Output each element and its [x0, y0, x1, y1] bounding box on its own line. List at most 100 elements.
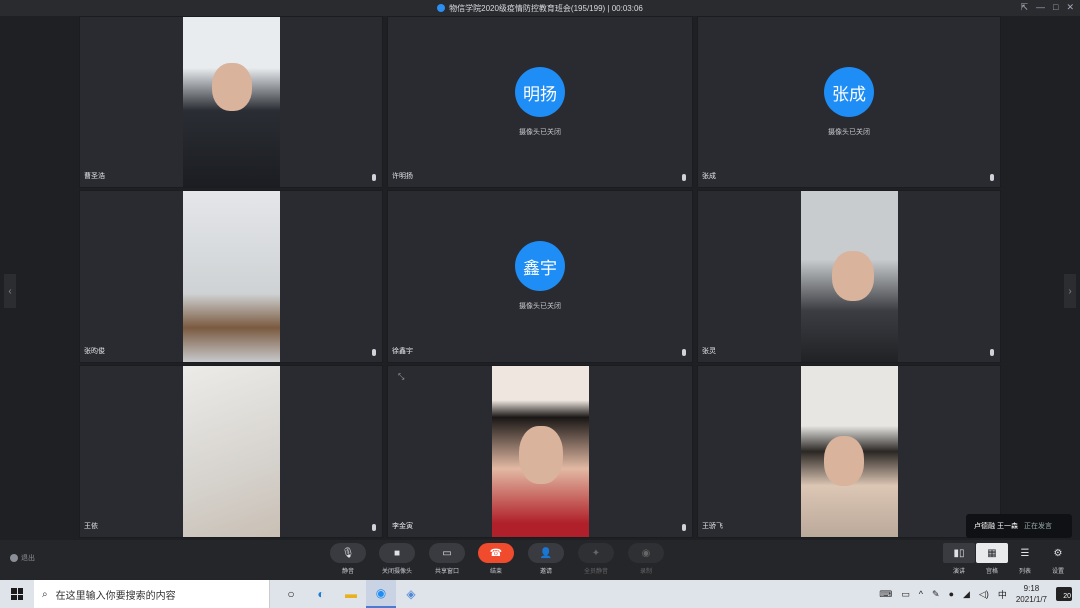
- meeting-controls: 退出 🎙 静音 ■ 关闭摄像头 ▭ 共享窗口 ☎ 结束 👤 邀请 ✦ 全员静音 …: [0, 540, 1080, 580]
- mic-icon: [990, 349, 994, 356]
- participant-avatar: 明扬: [515, 67, 565, 117]
- meeting-app-icon[interactable]: ◉: [366, 580, 396, 608]
- battery-icon[interactable]: ▭: [901, 589, 910, 600]
- window-controls: ⇱ — □ ✕: [1020, 2, 1074, 13]
- list-layout-icon: ☰: [1020, 547, 1030, 559]
- search-icon: ⌕: [42, 588, 48, 600]
- record-label: 录制: [639, 569, 652, 575]
- participant-video: [801, 191, 898, 362]
- camera-label: 关闭摄像头: [381, 569, 412, 575]
- participant-name: 徐鑫宇: [392, 348, 413, 355]
- close-icon[interactable]: ✕: [1066, 2, 1074, 13]
- layout-list-label: 列表: [1018, 569, 1031, 575]
- notification-center-button[interactable]: 20: [1056, 587, 1072, 601]
- speaker-layout-icon: ▮▯: [943, 543, 975, 563]
- camera-toggle-button[interactable]: ■ 关闭摄像头: [379, 543, 415, 575]
- video-tile[interactable]: 张成 摄像头已关闭 张成: [697, 16, 1001, 188]
- speaker-names: 卢德融 王一森: [974, 523, 1018, 530]
- participant-video: [183, 366, 280, 537]
- taskbar-search-box[interactable]: ⌕ 在这里输入你要搜索的内容: [34, 580, 270, 608]
- participant-avatar: 张成: [824, 67, 874, 117]
- participant-name: 王依: [84, 523, 98, 530]
- prev-page-button[interactable]: ‹: [4, 274, 16, 308]
- record-button[interactable]: ◉ 录制: [628, 543, 664, 575]
- add-user-icon: 👤: [528, 543, 564, 563]
- edge-browser-icon[interactable]: ◐: [306, 580, 336, 608]
- windows-taskbar: ⌕ 在这里输入你要搜索的内容 ○ ◐ ▬ ◉ ◈ ⌨ ▭ ^ ✎ ● ◢ ◁) …: [0, 580, 1080, 608]
- tray-chevron-icon[interactable]: ^: [919, 589, 923, 599]
- screen-share-icon: ▭: [429, 543, 465, 563]
- record-icon: ◉: [628, 543, 664, 563]
- microphone-icon: 🎙: [330, 543, 366, 563]
- clock[interactable]: 9:18 2021/1/7: [1016, 583, 1047, 605]
- participant-face: [823, 436, 864, 486]
- hangup-button[interactable]: ☎ 结束: [478, 543, 514, 575]
- video-grid: ‹ › 曹圣浩 明扬 摄像头已关闭 许明扬 张成 摄像头已关闭 张成 张昀俊 鑫…: [0, 16, 1080, 540]
- search-placeholder: 在这里输入你要搜索的内容: [55, 590, 176, 602]
- video-tile[interactable]: 王依: [79, 365, 383, 538]
- participant-video: [801, 366, 898, 537]
- mute-all-label: 全员静音: [583, 569, 608, 575]
- video-tile[interactable]: 张灵: [697, 190, 1001, 363]
- camera-icon: ■: [379, 543, 415, 563]
- layout-speaker-label: 演讲: [952, 569, 965, 575]
- participant-face: [211, 63, 252, 111]
- mute-all-icon: ✦: [578, 543, 614, 563]
- pin-icon[interactable]: ⇱: [1020, 2, 1028, 13]
- ime-indicator[interactable]: 中: [998, 588, 1007, 601]
- layout-list-button[interactable]: ☰ 列表: [1009, 543, 1041, 576]
- network-icon[interactable]: ◢: [963, 589, 970, 600]
- next-page-button[interactable]: ›: [1064, 274, 1076, 308]
- keyboard-icon[interactable]: ⌨: [879, 589, 892, 600]
- layout-speaker-button[interactable]: ▮▯ 演讲: [943, 543, 975, 575]
- mic-icon: [372, 174, 376, 181]
- settings-label: 设置: [1051, 569, 1064, 575]
- camera-off-status: 摄像头已关闭: [519, 303, 561, 310]
- participant-name: 张成: [702, 173, 716, 180]
- video-tile[interactable]: 张昀俊: [79, 190, 383, 363]
- video-tile[interactable]: 王骄飞: [697, 365, 1001, 538]
- invite-button[interactable]: 👤 邀请: [528, 543, 564, 575]
- maximize-icon[interactable]: □: [1053, 2, 1058, 13]
- hangup-label: 结束: [489, 569, 502, 575]
- participant-video: [492, 366, 589, 537]
- invite-label: 邀请: [539, 569, 552, 575]
- participant-name: 张昀俊: [84, 348, 105, 355]
- exit-label: 退出: [21, 555, 35, 562]
- mute-all-button[interactable]: ✦ 全员静音: [578, 543, 614, 575]
- mic-icon: [682, 524, 686, 531]
- mic-icon: [372, 349, 376, 356]
- video-tile[interactable]: ⤡ 李金寅: [387, 365, 693, 538]
- mic-icon: [990, 174, 994, 181]
- layout-grid-button[interactable]: ▦ 宫格: [976, 543, 1008, 575]
- gear-icon: ⚙: [1053, 547, 1063, 559]
- participant-name: 曹圣浩: [84, 173, 105, 180]
- participant-video: [183, 191, 280, 362]
- participant-face: [831, 251, 874, 301]
- mute-button[interactable]: 🎙 静音: [330, 543, 366, 575]
- clock-time: 9:18: [1023, 584, 1040, 593]
- mute-label: 静音: [341, 569, 354, 575]
- minimize-icon[interactable]: —: [1036, 2, 1045, 13]
- participant-face: [518, 426, 563, 484]
- share-window-button[interactable]: ▭ 共享窗口: [429, 543, 465, 575]
- video-tile[interactable]: 明扬 摄像头已关闭 许明扬: [387, 16, 693, 188]
- mic-tray-icon[interactable]: ●: [949, 589, 954, 599]
- settings-button[interactable]: ⚙ 设置: [1043, 543, 1073, 576]
- mic-icon: [682, 174, 686, 181]
- pen-icon[interactable]: ✎: [932, 589, 940, 600]
- file-explorer-icon[interactable]: ▬: [336, 580, 366, 608]
- exit-button[interactable]: 退出: [10, 553, 35, 563]
- task-view-icon[interactable]: ○: [276, 580, 306, 608]
- pinned-app-icon[interactable]: ◈: [396, 580, 426, 608]
- grid-layout-icon: ▦: [976, 543, 1008, 563]
- video-tile[interactable]: 曹圣浩: [79, 16, 383, 188]
- windows-logo-icon: [11, 588, 23, 600]
- start-button[interactable]: [0, 580, 34, 608]
- expand-icon[interactable]: ⤡: [398, 372, 404, 382]
- app-logo-icon: [437, 4, 446, 12]
- video-tile[interactable]: 鑫宇 摄像头已关闭 徐鑫宇: [387, 190, 693, 363]
- participant-name: 张灵: [702, 348, 716, 355]
- volume-icon[interactable]: ◁): [979, 589, 989, 600]
- participant-video: [183, 17, 280, 187]
